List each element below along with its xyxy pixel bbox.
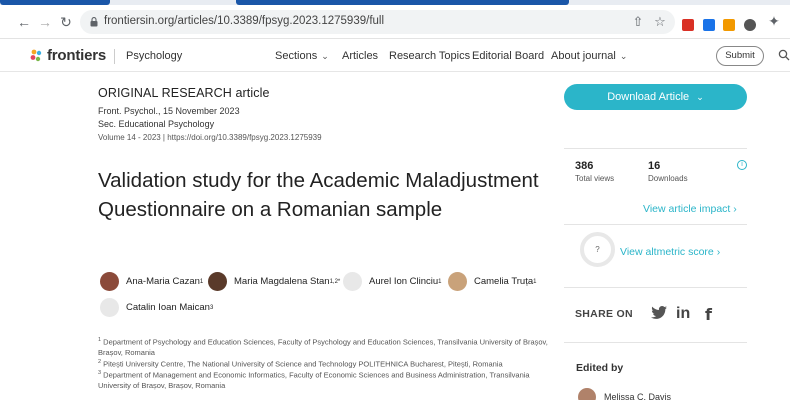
author-affiliation-marker: 1 — [199, 278, 204, 285]
stat-label: Total views — [575, 174, 615, 183]
author-link[interactable]: Aurel Ion Clinciu 1 — [343, 272, 442, 291]
article-section[interactable]: Sec. Educational Psychology — [98, 119, 214, 129]
volume-doi[interactable]: Volume 14 - 2023 | https://doi.org/10.33… — [98, 133, 322, 142]
author-avatar — [208, 272, 227, 291]
journal-date: Front. Psychol., 15 November 2023 — [98, 106, 240, 116]
affiliation: 3 Department of Management and Economic … — [98, 368, 558, 392]
author-name: Aurel Ion Clinciu — [369, 276, 439, 287]
author-avatar — [100, 272, 119, 291]
article-type: ORIGINAL RESEARCH article — [98, 86, 270, 100]
view-article-impact-link[interactable]: View article impact › — [643, 203, 737, 215]
site-header: frontiers Psychology Sections ⌄ Articles Re… — [0, 40, 790, 72]
frontiers-logo[interactable]: frontiers — [30, 47, 106, 64]
affiliation-text: Department of Management and Economic In… — [98, 370, 530, 391]
search-icon[interactable] — [778, 49, 790, 61]
default-avatar-icon — [100, 298, 119, 317]
forward-arrow-icon[interactable]: → — [37, 14, 53, 30]
logo-text: frontiers — [47, 47, 107, 64]
author-link[interactable]: Catalin Ioan Maican 3 — [100, 298, 213, 317]
author-avatar — [448, 272, 467, 291]
view-altmetric-link[interactable]: View altmetric score › — [620, 246, 720, 258]
info-icon[interactable]: i — [737, 160, 747, 170]
extension-red-icon[interactable] — [682, 19, 694, 31]
bookmark-star-icon[interactable]: ☆ — [652, 14, 668, 30]
author-affiliation-marker: 1 — [438, 278, 442, 285]
submit-button[interactable]: Submit — [716, 46, 764, 66]
editor-entry[interactable]: Melissa C. Davis — [578, 388, 671, 400]
reload-icon[interactable]: ↻ — [58, 14, 74, 30]
divider — [564, 224, 747, 225]
author-affiliation-marker: 1 — [533, 278, 537, 285]
chevron-down-icon: ⌄ — [321, 51, 329, 61]
share-page-icon[interactable]: ⇧ — [630, 14, 646, 30]
chevron-right-icon: › — [716, 246, 721, 258]
journal-name[interactable]: Psychology — [126, 50, 182, 62]
extensions-puzzle-icon[interactable]: ✦ — [766, 13, 782, 29]
header-divider — [114, 49, 115, 64]
divider — [564, 148, 747, 149]
url-text[interactable]: frontiersin.org/articles/10.3389/fpsyg.2… — [104, 15, 384, 27]
affiliation: 1 Department of Psychology and Education… — [98, 335, 558, 359]
nav-item-label: About journal — [551, 50, 616, 62]
frontiers-logo-icon — [30, 49, 42, 61]
divider — [564, 287, 747, 288]
nav-item-label: Sections — [275, 50, 318, 62]
chevron-down-icon: ⌄ — [619, 51, 628, 61]
editor-name: Melissa C. Davis — [604, 392, 672, 400]
chevron-right-icon: › — [733, 203, 737, 215]
author-affiliation-marker: 1,2* — [329, 278, 341, 285]
author-name: Camelia Truța — [474, 276, 534, 287]
author-name: Ana-Maria Cazan — [126, 276, 200, 287]
author-link[interactable]: Maria Magdalena Stan 1,2* — [208, 272, 340, 291]
omnibox[interactable]: frontiersin.org/articles/10.3389/fpsyg.2… — [80, 10, 675, 34]
author-name: Maria Magdalena Stan — [234, 276, 330, 287]
impact-link-label: View article impact — [643, 203, 731, 215]
author-link[interactable]: Camelia Truța 1 — [448, 272, 536, 291]
facebook-icon[interactable]: f — [705, 305, 712, 324]
stat-label: Downloads — [648, 174, 688, 183]
altmetric-badge[interactable]: ? — [580, 232, 615, 267]
back-arrow-icon[interactable]: ← — [16, 14, 32, 30]
twitter-icon[interactable] — [651, 306, 667, 319]
nav-item-label: Articles — [342, 50, 379, 62]
download-label: Download Article — [607, 91, 690, 103]
chevron-down-icon: ⌄ — [696, 92, 704, 102]
author-name: Catalin Ioan Maican — [126, 302, 210, 313]
nav-item-label: Research Topics — [389, 50, 471, 62]
nav-item-sections[interactable]: Sections ⌄ — [275, 50, 329, 62]
share-on-label: SHARE ON — [575, 308, 633, 320]
download-article-button[interactable]: Download Article ⌄ — [564, 84, 747, 110]
drive-icon[interactable] — [703, 19, 715, 31]
extension-orange-icon[interactable] — [723, 19, 735, 31]
editor-avatar — [578, 388, 596, 400]
article-title: Validation study for the Academic Maladj… — [98, 169, 539, 221]
stat-value: 16 — [648, 160, 661, 172]
divider — [564, 342, 747, 343]
linkedin-icon[interactable]: in — [676, 305, 690, 323]
site-info-icon[interactable] — [90, 17, 98, 27]
affiliation-text: Department of Psychology and Education S… — [98, 337, 548, 358]
nav-item-about-journal[interactable]: About journal ⌄ — [551, 50, 627, 62]
profile-extension-icon[interactable] — [744, 19, 756, 31]
author-affiliation-marker: 3 — [209, 304, 214, 311]
nav-item-articles[interactable]: Articles — [342, 50, 378, 62]
edited-by-label: Edited by — [576, 362, 624, 374]
nav-item-label: Editorial Board — [472, 50, 545, 62]
nav-item-research-topics[interactable]: Research Topics — [389, 50, 470, 62]
address-bar: ← → ↻ frontiersin.org/articles/10.3389/f… — [0, 5, 790, 39]
altmetric-link-label: View altmetric score — [620, 246, 714, 258]
stat-value: 386 — [575, 160, 594, 172]
default-avatar-icon — [343, 272, 362, 291]
author-link[interactable]: Ana-Maria Cazan 1 — [100, 272, 203, 291]
nav-item-editorial-board[interactable]: Editorial Board — [472, 50, 544, 62]
